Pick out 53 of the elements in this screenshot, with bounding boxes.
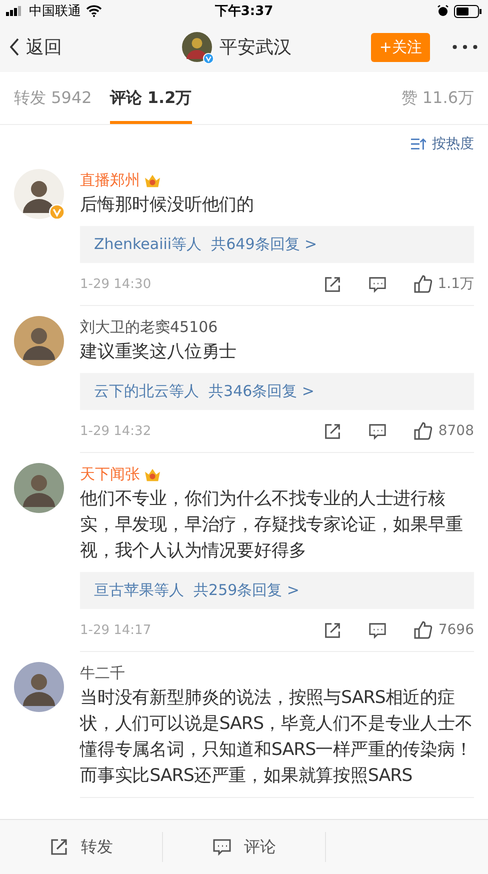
user-name[interactable]: 天下闻张 [80,465,140,484]
user-name[interactable]: 直播郑州 [80,171,140,190]
comment-icon[interactable] [368,620,388,640]
comment-button[interactable]: 评论 [163,832,326,862]
account-name: 平安武汉 [220,36,292,59]
sort-icon [411,138,426,150]
comment-time: 1-29 14:32 [80,424,152,438]
back-icon [10,38,20,56]
crown-icon [144,173,161,188]
carrier-name: 中国联通 [29,3,81,20]
replies-link[interactable]: Zhenkeaiii等人 共649条回复 > [80,226,474,263]
comment-icon [212,837,232,857]
share-icon[interactable] [322,274,342,294]
avatar[interactable] [14,662,64,712]
avatar[interactable] [14,463,64,513]
share-icon [49,837,69,857]
tab[interactable]: 评论 1.2万 [110,72,192,124]
tab[interactable]: 赞 11.6万 [401,72,474,124]
avatar[interactable] [14,316,64,366]
user-name[interactable]: 刘大卫的老窦45106 [80,318,218,337]
like-button[interactable]: 1.1万 [412,274,474,294]
comment-time: 1-29 14:30 [80,276,152,292]
crown-icon [144,467,161,482]
follow-button[interactable]: +关注 [371,32,430,62]
repost-button[interactable]: 转发 [0,832,163,862]
share-icon[interactable] [323,422,342,440]
clock-time: 下午3:37 [214,3,274,20]
thumbs-up-icon [413,620,434,640]
comment-text: 当时没有新型肺炎的说法，按照与SARS相近的症状，人们可以说是SARS，毕竟人们不是专业人士不懂得专属名词，只知道和SARS一样严重的传染病！而事实比SARS还严重，如果就算按照SARS [80,687,474,788]
alarm-icon [437,5,449,17]
battery-icon [454,4,482,18]
wifi-icon [86,5,102,17]
tab[interactable]: 转发 5942 [14,72,92,124]
avatar[interactable] [14,169,64,219]
thumbs-up-icon [413,421,434,441]
replies-link[interactable]: 亘古苹果等人 共259条回复 > [80,572,474,609]
comment-icon[interactable] [368,274,387,294]
avatar [182,32,212,62]
replies-link[interactable]: 云下的北云等人 共346条回复 > [80,373,474,410]
like-button[interactable]: 7696 [413,620,474,640]
signal-icon [6,6,24,16]
sort-button[interactable]: 按热度 [411,135,474,153]
comment-text: 他们不专业，你们为什么不找专业的人士进行核实，早发现，早治疗，存疑找专家论证，如果早重视，我个人认为情况要好得多 [80,488,464,563]
comment-text: 建议重奖这八位勇士 [80,341,238,364]
thumbs-up-icon [412,274,433,294]
comment-icon[interactable] [368,422,388,440]
like-button[interactable]: 8708 [413,421,474,441]
comment-text: 后悔那时候没听他们的 [80,194,256,217]
share-icon[interactable] [323,620,342,640]
more-icon[interactable] [452,44,478,50]
user-name[interactable]: 牛二千 [80,664,125,683]
back-button[interactable]: 返回 [10,35,62,59]
comment-time: 1-29 14:17 [80,622,152,638]
